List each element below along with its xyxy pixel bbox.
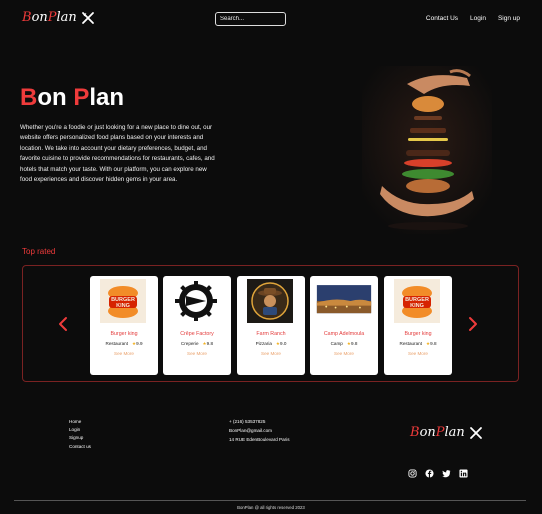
footer-phone: + (216) 53537825	[229, 419, 266, 424]
camp-photo	[315, 280, 373, 322]
footer-link-home[interactable]: Home	[69, 419, 91, 425]
carousel-next-button[interactable]	[467, 316, 479, 332]
footer-address: 14 RUE EdenBoulevard Paris	[229, 437, 290, 443]
see-more-link[interactable]: See More	[90, 351, 158, 356]
footer-contact: + (216) 53537825 BonPlan@gmail.com 14 RU…	[229, 419, 290, 444]
see-more-link[interactable]: See More	[384, 351, 452, 356]
restaurant-card[interactable]: Crêpe Factory Creperie ★9.8 See More	[163, 276, 231, 375]
footer-logo[interactable]: BonPlan	[410, 425, 483, 440]
card-category: Camp	[330, 341, 343, 346]
header: BonPlan Contact Us Login Sign up	[0, 0, 542, 38]
card-rating: ★9.0	[275, 341, 287, 346]
farm-ranch-logo	[247, 279, 293, 323]
crepe-factory-logo	[173, 279, 219, 323]
footer-logo-text: BonPlan	[410, 425, 465, 440]
linkedin-icon[interactable]	[459, 465, 468, 478]
card-category: Restaurant	[399, 341, 422, 346]
card-rating: ★9.9	[131, 341, 143, 346]
card-name[interactable]: Crêpe Factory	[163, 331, 231, 337]
card-name[interactable]: Camp Adelmoula	[310, 331, 378, 337]
instagram-icon[interactable]	[408, 465, 417, 478]
see-more-link[interactable]: See More	[237, 351, 305, 356]
hero-description: Whether you're a foodie or just looking …	[20, 124, 215, 184]
card-category: Restaurant	[105, 341, 128, 346]
card-category: Pizzaria	[255, 341, 272, 346]
carousel-prev-button[interactable]	[57, 316, 69, 332]
card-rating: ★9.8	[202, 341, 214, 346]
restaurant-card[interactable]: BURGER KING Burger king Restaurant ★9.8 …	[384, 276, 452, 375]
copyright-text: BonPlan @ all rights reserved 2023	[237, 505, 305, 510]
card-meta: Creperie ★9.8	[163, 341, 231, 347]
restaurant-card[interactable]: Farm Ranch Pizzaria ★9.0 See More	[237, 276, 305, 375]
nav: Contact Us Login Sign up	[426, 15, 520, 22]
footer-links: Home Login Signup Contact us	[69, 419, 91, 450]
hero-burger-image	[362, 66, 492, 234]
logo[interactable]: BonPlan	[22, 10, 95, 25]
hero-title: Bon Plan	[20, 84, 125, 111]
search-input[interactable]	[215, 12, 286, 26]
footer-divider	[14, 500, 526, 501]
twitter-icon[interactable]	[442, 465, 451, 478]
utensils-icon	[81, 11, 95, 25]
top-rated-title: Top rated	[22, 247, 56, 256]
burger-king-logo: BURGER KING	[394, 279, 440, 323]
card-category: Creperie	[180, 341, 199, 346]
nav-contact-us[interactable]: Contact Us	[426, 15, 458, 22]
card-name[interactable]: Burger king	[384, 331, 452, 337]
card-rating: ★9.8	[346, 341, 358, 346]
card-meta: Pizzaria ★9.0	[237, 341, 305, 347]
footer-social	[408, 465, 468, 478]
see-more-link[interactable]: See More	[310, 351, 378, 356]
svg-text:KING: KING	[116, 303, 130, 309]
see-more-link[interactable]: See More	[163, 351, 231, 356]
logo-text: BonPlan	[22, 10, 77, 25]
chevron-right-icon	[469, 317, 477, 331]
chevron-left-icon	[59, 317, 67, 331]
utensils-icon	[469, 426, 483, 440]
svg-text:KING: KING	[410, 303, 424, 309]
footer-link-login[interactable]: Login	[69, 427, 91, 433]
card-name[interactable]: Farm Ranch	[237, 331, 305, 337]
restaurant-card[interactable]: BURGER KING Burger king Restaurant ★9.9 …	[90, 276, 158, 375]
burger-king-logo: BURGER KING	[100, 279, 146, 323]
card-meta: Camp ★9.8	[310, 341, 378, 347]
footer-link-contact[interactable]: Contact us	[69, 444, 91, 450]
facebook-icon[interactable]	[425, 465, 434, 478]
nav-sign-up[interactable]: Sign up	[498, 15, 520, 22]
card-meta: Restaurant ★9.9	[90, 341, 158, 347]
nav-login[interactable]: Login	[470, 15, 486, 22]
footer-email[interactable]: BonPlan@gmail.com	[229, 428, 290, 434]
restaurant-card[interactable]: Camp Adelmoula Camp ★9.8 See More	[310, 276, 378, 375]
card-rating: ★9.8	[425, 341, 437, 346]
card-meta: Restaurant ★9.8	[384, 341, 452, 347]
card-name[interactable]: Burger king	[90, 331, 158, 337]
footer-link-signup[interactable]: Signup	[69, 435, 91, 441]
